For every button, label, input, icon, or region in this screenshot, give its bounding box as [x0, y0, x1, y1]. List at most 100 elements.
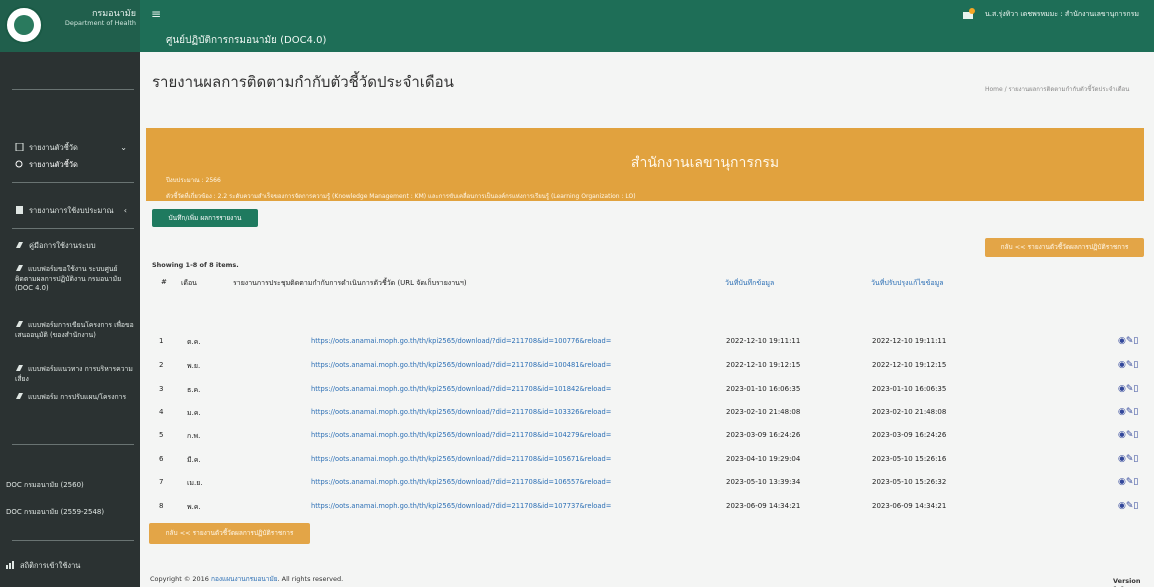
- trash-icon[interactable]: ▯: [1133, 477, 1138, 487]
- column-header-num: #: [161, 278, 167, 286]
- sidebar-item-label: แบบฟอร์มแนวทาง การบริหารความเสี่ยง: [15, 365, 133, 383]
- report-url-link[interactable]: https://oots.anamai.moph.go.th/th/kpi256…: [311, 502, 646, 510]
- row-month: เม.ย.: [187, 479, 203, 487]
- book-icon: [15, 392, 24, 400]
- brand[interactable]: กรมอนามัย Department of Health: [0, 0, 140, 52]
- row-updated-date: 2023-05-10 15:26:16: [872, 455, 947, 463]
- copyright-link[interactable]: กองแผนงานกรมอนามัย: [211, 575, 278, 583]
- sidebar-item-stats[interactable]: สถิติการเข้าใช้งาน: [6, 560, 126, 571]
- report-url-link[interactable]: https://oots.anamai.moph.go.th/th/kpi256…: [311, 361, 646, 369]
- row-month: มี.ค.: [187, 456, 201, 464]
- row-actions: ◉✎▯: [1118, 454, 1138, 464]
- copyright-prefix: Copyright © 2016: [150, 575, 212, 583]
- trash-icon[interactable]: ▯: [1133, 360, 1138, 370]
- summary-text: Showing 1-8 of 8 items.: [152, 261, 239, 269]
- copyright: Copyright © 2016 กองแผนงานกรมอนามัย. All…: [150, 574, 343, 584]
- sidebar-item-label: แบบฟอร์ม การปรับแผน/โครงการ: [28, 393, 127, 401]
- trash-icon[interactable]: ▯: [1133, 454, 1138, 464]
- sidebar-item-manual[interactable]: คู่มือการใช้งานระบบ: [15, 240, 135, 251]
- row-actions: ◉✎▯: [1118, 407, 1138, 417]
- column-header-recorded[interactable]: วันที่บันทึกข้อมูล: [725, 278, 774, 289]
- trash-icon[interactable]: ▯: [1133, 336, 1138, 346]
- trash-icon[interactable]: ▯: [1133, 501, 1138, 511]
- row-number: 8: [159, 502, 164, 510]
- circle-icon: [15, 160, 24, 168]
- book-icon: [15, 264, 24, 272]
- sidebar-divider: [12, 182, 134, 183]
- trash-icon[interactable]: ▯: [1133, 384, 1138, 394]
- row-actions: ◉✎▯: [1118, 430, 1138, 440]
- row-updated-date: 2023-03-09 16:24:26: [872, 431, 947, 439]
- row-recorded-date: 2023-06-09 14:34:21: [726, 502, 801, 510]
- add-report-button[interactable]: บันทึก/เพิ่ม ผลการรายงาน: [152, 209, 258, 227]
- sidebar-subitem-indicators[interactable]: รายงานตัวชี้วัด: [15, 159, 135, 170]
- eye-icon[interactable]: ◉: [1118, 360, 1126, 370]
- report-url-link[interactable]: https://oots.anamai.moph.go.th/th/kpi256…: [311, 431, 646, 439]
- user-name[interactable]: น.ส.รุ่งทิวา เดชพรหมมะ : สำนักงานเลขานุก…: [985, 9, 1150, 20]
- sidebar-item-doc-2559[interactable]: DOC กรมอนามัย (2559-2548): [6, 507, 136, 518]
- column-header-report: รายงานการประชุมติดตามกำกับการดำเนินการตั…: [233, 279, 467, 287]
- eye-icon[interactable]: ◉: [1118, 407, 1126, 417]
- sidebar-item-form-risk[interactable]: แบบฟอร์มแนวทาง การบริหารความเสี่ยง: [15, 364, 135, 384]
- report-url-link[interactable]: https://oots.anamai.moph.go.th/th/kpi256…: [311, 408, 646, 416]
- sidebar-item-label: คู่มือการใช้งานระบบ: [29, 241, 96, 250]
- row-updated-date: 2022-12-10 19:12:15: [872, 361, 947, 369]
- banner-title: สำนักงานเลขานุการกรม: [630, 155, 780, 171]
- sidebar-item-form-plan[interactable]: แบบฟอร์ม การปรับแผน/โครงการ: [15, 392, 135, 403]
- report-url-link[interactable]: https://oots.anamai.moph.go.th/th/kpi256…: [311, 478, 646, 486]
- back-button-bottom[interactable]: กลับ << รายงานตัวชี้วัดผลการปฏิบัติราชกา…: [149, 523, 310, 544]
- chevron-down-icon: ⌄: [120, 143, 127, 152]
- column-header-updated[interactable]: วันที่ปรับปรุงแก้ไขข้อมูล: [871, 278, 944, 289]
- sidebar-item-label: รายงานตัวชี้วัด: [29, 160, 78, 169]
- report-url-link[interactable]: https://oots.anamai.moph.go.th/th/kpi256…: [311, 337, 646, 345]
- sidebar: รายงานตัวชี้วัด ⌄ รายงานตัวชี้วัด รายงาน…: [0, 52, 140, 587]
- department-banner: สำนักงานเลขานุการกรม ปีงบประมาณ : 2566 ต…: [146, 128, 1144, 201]
- report-url-link[interactable]: https://oots.anamai.moph.go.th/th/kpi256…: [311, 455, 646, 463]
- row-month: ธ.ค.: [187, 386, 201, 394]
- row-actions: ◉✎▯: [1118, 501, 1138, 511]
- book-icon: [15, 241, 24, 249]
- row-month: ต.ค.: [187, 338, 201, 346]
- sidebar-item-label: รายงานตัวชี้วัด: [29, 143, 78, 152]
- row-number: 2: [159, 361, 164, 369]
- row-number: 1: [159, 337, 164, 345]
- sidebar-divider: [12, 540, 134, 541]
- book-icon: [15, 320, 24, 328]
- sidebar-item-form-request[interactable]: แบบฟอร์มขอใช้งาน ระบบศูนย์ติดตามผลการปฏิ…: [15, 264, 135, 294]
- sidebar-item-form-project[interactable]: แบบฟอร์มการเขียนโครงการ เพื่อขอเสนออนุมั…: [15, 320, 135, 340]
- row-month: พ.ย.: [187, 362, 201, 370]
- trash-icon[interactable]: ▯: [1133, 430, 1138, 440]
- eye-icon[interactable]: ◉: [1118, 501, 1126, 511]
- user-icon[interactable]: [962, 7, 976, 21]
- trash-icon[interactable]: ▯: [1133, 407, 1138, 417]
- row-month: ม.ค.: [187, 409, 201, 417]
- sidebar-item-doc-2560[interactable]: DOC กรมอนามัย (2560): [6, 480, 136, 491]
- related-indicator: ตัวชี้วัดที่เกี่ยวข้อง : 2.2 ระดับความสำ…: [166, 193, 636, 200]
- row-number: 7: [159, 478, 164, 486]
- sidebar-item-label: สถิติการเข้าใช้งาน: [20, 561, 81, 570]
- row-actions: ◉✎▯: [1118, 360, 1138, 370]
- eye-icon[interactable]: ◉: [1118, 477, 1126, 487]
- sidebar-divider: [12, 444, 134, 445]
- row-actions: ◉✎▯: [1118, 384, 1138, 394]
- sidebar-item-label: รายงานการใช้งบประมาณ: [29, 206, 114, 215]
- sidebar-item-label: แบบฟอร์มการเขียนโครงการ เพื่อขอเสนออนุมั…: [15, 321, 134, 339]
- eye-icon[interactable]: ◉: [1118, 430, 1126, 440]
- menu-toggle-icon[interactable]: ≡: [151, 7, 161, 21]
- sidebar-divider: [12, 89, 134, 90]
- row-actions: ◉✎▯: [1118, 477, 1138, 487]
- row-number: 4: [159, 408, 164, 416]
- eye-icon[interactable]: ◉: [1118, 454, 1126, 464]
- row-month: พ.ค.: [187, 503, 201, 511]
- back-button[interactable]: กลับ << รายงานตัวชี้วัดผลการปฏิบัติราชกา…: [985, 238, 1144, 257]
- app-title: ศูนย์ปฏิบัติการกรมอนามัย (DOC4.0): [166, 35, 327, 46]
- breadcrumb[interactable]: Home / รายงานผลการติดตามกำกับตัวชี้วัดปร…: [985, 84, 1129, 94]
- sidebar-item-budget[interactable]: รายงานการใช้งบประมาณ ‹: [15, 205, 135, 216]
- chart-icon: [6, 561, 15, 569]
- row-updated-date: 2023-05-10 15:26:32: [872, 478, 947, 486]
- eye-icon[interactable]: ◉: [1118, 336, 1126, 346]
- sidebar-item-reports[interactable]: รายงานตัวชี้วัด ⌄: [15, 142, 135, 153]
- report-url-link[interactable]: https://oots.anamai.moph.go.th/th/kpi256…: [311, 385, 646, 393]
- brand-name-en: Department of Health: [64, 19, 136, 27]
- eye-icon[interactable]: ◉: [1118, 384, 1126, 394]
